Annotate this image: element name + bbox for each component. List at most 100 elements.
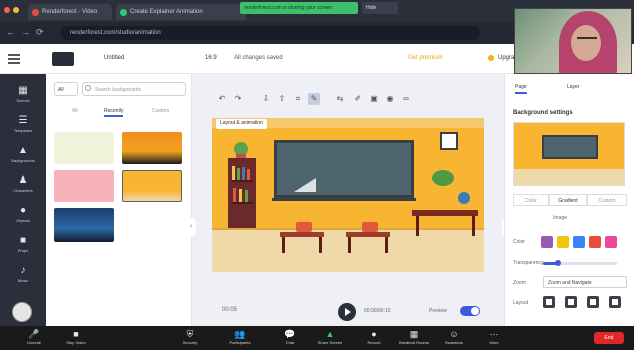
button-label: Stop Video bbox=[66, 340, 86, 345]
reactions-icon: ☺ bbox=[449, 329, 459, 339]
flip-icon[interactable]: ⇆ bbox=[334, 93, 346, 105]
button-label: Record bbox=[367, 340, 381, 345]
sidebar-item-backgrounds[interactable]: ▲ Backgrounds bbox=[0, 140, 46, 168]
preview-toggle[interactable] bbox=[460, 306, 480, 316]
breakout-rooms-button[interactable]: ▦ Breakout Rooms bbox=[396, 328, 432, 345]
image-icon[interactable]: ▣ bbox=[368, 93, 380, 105]
scene-canvas[interactable] bbox=[212, 118, 484, 272]
segment-custom[interactable]: Custom bbox=[587, 194, 627, 206]
layout-label: Layout bbox=[513, 300, 529, 306]
layer-up-icon[interactable]: ⇧ bbox=[276, 93, 288, 105]
eye-icon[interactable]: ◉ bbox=[384, 93, 396, 105]
tab-recently[interactable]: Recently bbox=[104, 108, 124, 117]
triangle-ruler-image[interactable] bbox=[294, 178, 316, 192]
collapse-left-panel-button[interactable]: ‹ bbox=[186, 218, 196, 236]
background-thumbnail[interactable] bbox=[122, 132, 182, 164]
library-search-input[interactable]: Search backgrounds bbox=[82, 82, 186, 96]
aspect-ratio-selector[interactable]: 16:9 bbox=[205, 55, 217, 61]
window-controls bbox=[4, 7, 19, 13]
background-thumbnail[interactable] bbox=[54, 208, 114, 242]
url-field[interactable]: renderforest.com/studio/animation bbox=[60, 26, 480, 40]
chat-button[interactable]: 💬 Chat bbox=[272, 328, 308, 345]
play-button[interactable] bbox=[338, 303, 356, 321]
tab-page[interactable]: Page bbox=[515, 84, 527, 94]
save-status: All changes saved bbox=[234, 55, 283, 61]
sidebar-item-templates[interactable]: ☰ Templates bbox=[0, 110, 46, 138]
sidebar-item-props[interactable]: ■ Props bbox=[0, 230, 46, 258]
layout-option-button[interactable] bbox=[587, 296, 599, 308]
participants-button[interactable]: 👥 Participants bbox=[222, 328, 258, 345]
student-desk-image[interactable] bbox=[346, 232, 390, 237]
minimize-window-icon[interactable] bbox=[13, 7, 19, 13]
layout-option-button[interactable] bbox=[565, 296, 577, 308]
playback-bar: 00:05 00:00/00:10 Preview bbox=[192, 300, 504, 324]
wall-clock-image[interactable] bbox=[440, 132, 458, 150]
menu-icon[interactable] bbox=[8, 54, 20, 64]
crop-icon[interactable]: ⌗ bbox=[292, 93, 304, 105]
color-swatch[interactable] bbox=[605, 236, 617, 248]
browser-tab-2[interactable]: Create Explainer Animation bbox=[116, 4, 246, 20]
brush-icon[interactable]: ✐ bbox=[352, 93, 364, 105]
slider-handle[interactable] bbox=[555, 260, 561, 266]
share-screen-icon: ▲ bbox=[325, 329, 335, 339]
color-swatch[interactable] bbox=[541, 236, 553, 248]
undo-icon[interactable]: ↶ bbox=[216, 93, 228, 105]
zoom-select[interactable]: Zoom and Navigate bbox=[543, 276, 627, 288]
security-button[interactable]: ⛨ Security bbox=[172, 328, 208, 345]
stop-video-button[interactable]: ■ Stop Video bbox=[58, 328, 94, 345]
category-select[interactable]: All bbox=[54, 82, 78, 96]
hide-banner-button[interactable]: Hide bbox=[362, 2, 398, 14]
browser-tab-1[interactable]: Renderforest - Video bbox=[28, 4, 112, 20]
more-button[interactable]: ⋯ More bbox=[476, 328, 512, 345]
sidebar-item-label: Props bbox=[17, 248, 29, 253]
window-plant-image[interactable] bbox=[432, 170, 454, 186]
get-premium-link[interactable]: Get premium bbox=[408, 55, 443, 61]
background-thumbnail[interactable] bbox=[54, 132, 114, 164]
scene-duration[interactable]: 00:05 bbox=[222, 307, 237, 313]
sidebar-item-music[interactable]: ♪ Music bbox=[0, 260, 46, 288]
color-swatch[interactable] bbox=[573, 236, 585, 248]
color-swatch[interactable] bbox=[589, 236, 601, 248]
user-avatar[interactable] bbox=[12, 302, 32, 322]
webcam-video-tile[interactable] bbox=[514, 8, 632, 74]
reactions-button[interactable]: ☺ Reactions bbox=[436, 328, 472, 345]
tab-custom[interactable]: Custom bbox=[152, 108, 169, 114]
unmute-button[interactable]: 🎤 Unmute bbox=[16, 328, 52, 345]
project-name[interactable]: Untitled bbox=[104, 55, 124, 61]
search-icon bbox=[85, 85, 91, 91]
end-meeting-button[interactable]: End bbox=[594, 332, 624, 344]
image-label[interactable]: Image bbox=[553, 215, 567, 221]
background-thumbnail-classroom[interactable] bbox=[122, 170, 182, 202]
sidebar-item-objects[interactable]: ● Objects bbox=[0, 200, 46, 228]
student-desk-image[interactable] bbox=[280, 232, 324, 237]
transparency-label: Transparency bbox=[513, 260, 544, 266]
link-icon[interactable]: ∞ bbox=[400, 93, 412, 105]
sidebar-item-characters[interactable]: ♟ Characters bbox=[0, 170, 46, 198]
teacher-desk-image[interactable] bbox=[412, 210, 478, 216]
desk-leg bbox=[385, 237, 388, 253]
sidebar-item-scenes[interactable]: ▦ Scenes bbox=[0, 80, 46, 108]
globe-image[interactable] bbox=[458, 192, 470, 204]
tab-layer[interactable]: Layer bbox=[567, 84, 580, 90]
browser-nav-icons[interactable]: ←→⟳ bbox=[6, 27, 50, 38]
segment-gradient[interactable]: Gradient bbox=[549, 194, 587, 206]
record-button[interactable]: ● Record bbox=[356, 328, 392, 345]
chair-image[interactable] bbox=[296, 222, 312, 232]
segment-color[interactable]: Color bbox=[513, 194, 549, 206]
layout-animation-tag[interactable]: Layout & animation bbox=[216, 119, 267, 129]
background-thumbnail[interactable] bbox=[54, 170, 114, 202]
layout-option-button[interactable] bbox=[543, 296, 555, 308]
more-icon: ⋯ bbox=[489, 329, 499, 339]
select-icon[interactable]: ✎ bbox=[308, 93, 320, 105]
close-window-icon[interactable] bbox=[4, 7, 10, 13]
share-screen-button[interactable]: ▲ Share Screen bbox=[312, 328, 348, 345]
chair-image[interactable] bbox=[362, 222, 378, 232]
tab-all[interactable]: All bbox=[72, 108, 78, 114]
layout-option-button[interactable] bbox=[609, 296, 621, 308]
app-logo[interactable] bbox=[52, 52, 74, 66]
layer-down-icon[interactable]: ⇩ bbox=[260, 93, 272, 105]
redo-icon[interactable]: ↷ bbox=[232, 93, 244, 105]
color-swatch[interactable] bbox=[557, 236, 569, 248]
button-label: Participants bbox=[229, 340, 251, 345]
bookshelf-image[interactable] bbox=[228, 158, 256, 230]
